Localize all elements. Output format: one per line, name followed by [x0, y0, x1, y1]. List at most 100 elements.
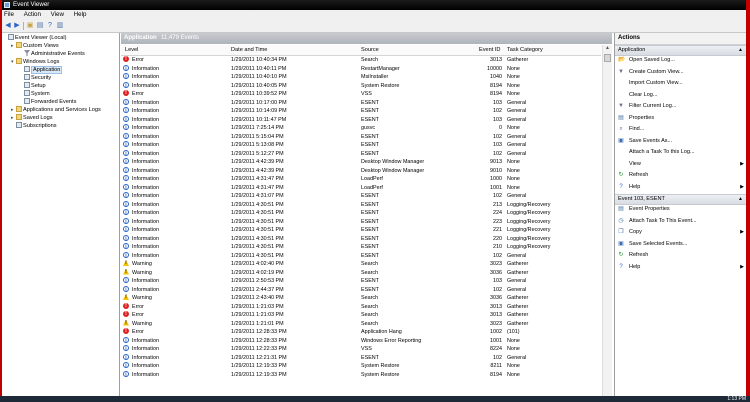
scroll-thumb[interactable]: [604, 54, 611, 62]
event-count: 11,479 Events: [161, 35, 199, 41]
tree-item[interactable]: ▸ Saved Logs: [11, 114, 53, 122]
action-item[interactable]: ⌕ Find...: [615, 125, 746, 134]
collapse-icon[interactable]: ▲: [738, 195, 743, 204]
actions-section-header[interactable]: Event 103, ESENT ▲: [615, 194, 746, 205]
back-icon[interactable]: ◀: [4, 22, 12, 30]
event-row[interactable]: i Information 1/29/2011 12:19:33 PM System …: [121, 370, 601, 380]
action-item[interactable]: Attach a Task To this Log...: [615, 148, 746, 157]
event-row[interactable]: i Information 1/29/2011 10:14:09 PM ESENT 10…: [121, 107, 601, 116]
tree-item-label: Applications and Services Logs: [23, 107, 101, 113]
column-task-category[interactable]: Task Category: [507, 45, 543, 55]
event-row[interactable]: i Information 1/29/2011 5:15:04 PM ESENT 102…: [121, 132, 601, 142]
event-row[interactable]: i Information 1/29/2011 5:13:08 PM ESENT 103…: [121, 141, 601, 150]
event-row[interactable]: i Information 1/29/2011 2:50:53 PM ESENT 103…: [121, 277, 601, 286]
menu-file[interactable]: File: [4, 11, 14, 18]
event-row[interactable]: i Information 1/29/2011 4:42:39 PM Desktop …: [121, 166, 601, 176]
event-row[interactable]: ! Warning 1/29/2011 2:43:40 PM Search 3036 Ga…: [121, 294, 601, 303]
tree-item[interactable]: Setup: [19, 82, 46, 90]
event-source: ESENT: [361, 354, 379, 361]
event-row[interactable]: i Information 1/29/2011 10:40:11 PM Restart…: [121, 64, 601, 74]
event-row[interactable]: i Information 1/29/2011 4:31:07 PM ESENT 102…: [121, 192, 601, 201]
event-row[interactable]: i Information 1/29/2011 10:11:47 PM ESENT 10…: [121, 115, 601, 125]
tree-item[interactable]: System: [19, 90, 50, 98]
event-row[interactable]: i Information 1/29/2011 12:22:33 PM VSS 8224…: [121, 345, 601, 354]
up-folder-icon[interactable]: ▣: [26, 22, 34, 30]
event-row[interactable]: i Information 1/29/2011 10:40:05 PM System …: [121, 81, 601, 91]
forward-icon[interactable]: ▶: [13, 22, 21, 30]
show-action-pane-icon[interactable]: ▥: [56, 22, 64, 30]
event-source: Search: [361, 57, 379, 63]
action-item[interactable]: ▼ Create Custom View...: [615, 68, 746, 77]
event-row[interactable]: i Information 1/29/2011 4:30:51 PM ESENT 223…: [121, 217, 601, 227]
information-icon: i: [123, 217, 129, 225]
event-row[interactable]: i Information 1/29/2011 7:25:14 PM gusvc 0 No…: [121, 124, 601, 133]
action-item[interactable]: ▤ Properties: [615, 114, 746, 123]
event-row[interactable]: ! Error 1/29/2011 1:21:03 PM Search 3013 Gath…: [121, 311, 601, 320]
show-hide-tree-icon[interactable]: ▤: [36, 22, 44, 30]
event-task-category: Logging/Recovery: [507, 218, 551, 225]
menu-action[interactable]: Action: [24, 11, 41, 18]
tree-item[interactable]: Subscriptions: [11, 122, 57, 130]
action-item[interactable]: Import Custom View...: [615, 79, 746, 88]
collapse-icon[interactable]: ▲: [738, 46, 743, 55]
event-row[interactable]: i Information 1/29/2011 2:44:37 PM ESENT 102…: [121, 285, 601, 295]
tree-item[interactable]: ▸ Custom Views: [11, 42, 59, 50]
action-item[interactable]: ▣ Save Selected Events...: [615, 240, 746, 249]
event-row[interactable]: i Information 1/29/2011 4:30:51 PM ESENT 210…: [121, 243, 601, 252]
event-row[interactable]: i Information 1/29/2011 4:31:47 PM LoadPerf…: [121, 183, 601, 193]
action-item[interactable]: 📂 Open Saved Log...: [615, 56, 746, 65]
action-item[interactable]: ↻ Refresh: [615, 251, 746, 260]
event-row[interactable]: i Information 1/29/2011 10:17:00 PM ESENT 10…: [121, 98, 601, 108]
event-row[interactable]: i Information 1/29/2011 4:30:51 PM ESENT 221…: [121, 226, 601, 235]
event-level: Information: [132, 346, 159, 352]
information-icon: i: [123, 183, 129, 191]
event-row[interactable]: ! Error 1/29/2011 1:21:03 PM Search 3013 Gath…: [121, 302, 601, 312]
action-item[interactable]: ▼ Filter Current Log...: [615, 102, 746, 111]
event-row[interactable]: ! Warning 1/29/2011 4:02:19 PM Search 3036 Ga…: [121, 268, 601, 278]
event-row[interactable]: i Information 1/29/2011 4:30:51 PM ESENT 224…: [121, 209, 601, 218]
event-row[interactable]: i Information 1/29/2011 4:30:51 PM ESENT 220…: [121, 234, 601, 244]
action-item[interactable]: ? Help ▶: [615, 263, 746, 272]
event-row[interactable]: i Information 1/29/2011 4:30:51 PM ESENT 102…: [121, 251, 601, 261]
menu-help[interactable]: Help: [74, 11, 87, 18]
event-level: Information: [132, 184, 159, 191]
help-icon[interactable]: ?: [46, 22, 54, 30]
action-item[interactable]: ❐ Copy ▶: [615, 228, 746, 237]
column-source[interactable]: Source: [361, 45, 379, 55]
action-item[interactable]: ↻ Refresh: [615, 171, 746, 180]
menu-view[interactable]: View: [51, 11, 64, 18]
column-event-id[interactable]: Event ID: [479, 45, 500, 55]
tree-item[interactable]: Event Viewer (Local): [3, 34, 67, 42]
event-row[interactable]: i Information 1/29/2011 12:28:33 PM Windows…: [121, 336, 601, 346]
event-row[interactable]: ! Warning 1/29/2011 1:21:01 PM Search 3023 Ga…: [121, 319, 601, 329]
log-icon: [24, 82, 30, 88]
tree-item[interactable]: Security: [19, 74, 51, 82]
tree-item[interactable]: Administrative Events: [19, 50, 85, 58]
column-level[interactable]: Level: [125, 45, 138, 55]
actions-section-header[interactable]: Application ▲: [615, 45, 746, 56]
event-row[interactable]: i Information 1/29/2011 10:40:10 PM MsiInst…: [121, 73, 601, 82]
vertical-scrollbar[interactable]: ▲: [602, 45, 612, 396]
tree-item[interactable]: ▾ Windows Logs: [11, 58, 59, 66]
event-row[interactable]: i Information 1/29/2011 12:19:33 PM System …: [121, 362, 601, 371]
column-date-time[interactable]: Date and Time: [231, 45, 267, 55]
action-item[interactable]: View ▶: [615, 160, 746, 169]
event-row[interactable]: i Information 1/29/2011 5:12:27 PM ESENT 102…: [121, 149, 601, 159]
tree-item[interactable]: Application: [19, 66, 63, 74]
event-row[interactable]: ! Warning 1/29/2011 4:02:40 PM Search 3023 Ga…: [121, 260, 601, 269]
scroll-up-icon[interactable]: ▲: [604, 45, 611, 52]
event-row[interactable]: ! Error 1/29/2011 10:40:34 PM Search 3013 Gat…: [121, 56, 601, 65]
action-item[interactable]: ◷ Attach Task To This Event...: [615, 217, 746, 226]
event-row[interactable]: ! Error 1/29/2011 10:39:52 PM VSS 8194 None: [121, 90, 601, 99]
action-item[interactable]: ▤ Event Properties: [615, 205, 746, 214]
event-row[interactable]: ! Error 1/29/2011 12:28:33 PM Application H…: [121, 328, 601, 337]
action-item[interactable]: ? Help ▶: [615, 183, 746, 192]
event-row[interactable]: i Information 1/29/2011 4:31:47 PM LoadPerf…: [121, 175, 601, 184]
event-row[interactable]: i Information 1/29/2011 4:42:39 PM Desktop …: [121, 158, 601, 167]
event-row[interactable]: i Information 1/29/2011 4:30:51 PM ESENT 213…: [121, 200, 601, 210]
tree-item[interactable]: Forwarded Events: [19, 98, 76, 106]
tree-item[interactable]: ▸ Applications and Services Logs: [11, 106, 101, 114]
event-row[interactable]: i Information 1/29/2011 12:21:31 PM ESENT 10…: [121, 353, 601, 363]
action-item[interactable]: ▣ Save Events As...: [615, 137, 746, 146]
action-item[interactable]: Clear Log...: [615, 91, 746, 100]
